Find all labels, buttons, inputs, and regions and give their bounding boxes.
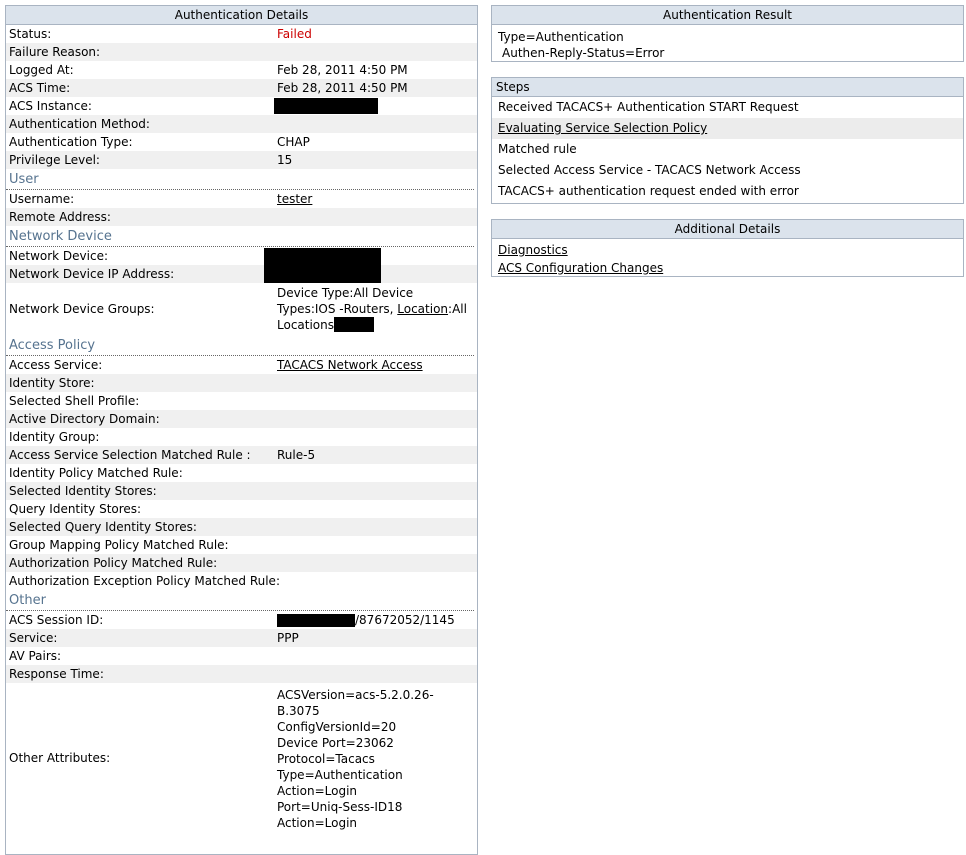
authentication-result-panel: Authentication Result Type=Authenticatio… bbox=[491, 5, 964, 62]
status-row: Status: Failed bbox=[6, 25, 477, 43]
access-service-label: Access Service: bbox=[9, 358, 103, 372]
identity-group-row: Identity Group: bbox=[6, 428, 477, 446]
auth-type-label: Authentication Type: bbox=[9, 135, 133, 149]
auth-method-row: Authentication Method: bbox=[6, 115, 477, 133]
acs-session-id-label: ACS Session ID: bbox=[9, 613, 104, 627]
steps-panel: Steps Received TACACS+ Authentication ST… bbox=[491, 77, 964, 204]
additional-details-title: Additional Details bbox=[492, 220, 963, 239]
response-time-row: Response Time: bbox=[6, 665, 477, 683]
result-type: Type=Authentication bbox=[498, 30, 624, 44]
selected-query-identity-stores-row: Selected Query Identity Stores: bbox=[6, 518, 477, 536]
failure-reason-label: Failure Reason: bbox=[9, 45, 101, 59]
username-row: Username: tester bbox=[6, 190, 477, 208]
other-rows: ACS Session ID: /87672052/1145 Service: … bbox=[6, 611, 477, 833]
network-device-ip-label: Network Device IP Address: bbox=[9, 267, 175, 281]
other-attributes-label: Other Attributes: bbox=[9, 751, 111, 765]
step-item: Matched rule bbox=[498, 142, 577, 156]
location-link[interactable]: Location bbox=[397, 302, 448, 316]
authentication-result-body: Type=Authentication Authen-Reply-Status=… bbox=[492, 25, 963, 65]
network-device-groups-value: Device Type:All Device Types:IOS -Router… bbox=[277, 286, 467, 332]
redaction-block bbox=[274, 98, 378, 114]
network-device-ip-row: Network Device IP Address: bbox=[6, 265, 477, 283]
logged-at-label: Logged At: bbox=[9, 63, 74, 77]
user-section-heading: User bbox=[6, 169, 474, 190]
av-pairs-row: AV Pairs: bbox=[6, 647, 477, 665]
auth-method-label: Authentication Method: bbox=[9, 117, 150, 131]
authentication-details-title: Authentication Details bbox=[6, 6, 477, 25]
identity-policy-rule-row: Identity Policy Matched Rule: bbox=[6, 464, 477, 482]
service-selection-rule-row: Access Service Selection Matched Rule : … bbox=[6, 446, 477, 464]
acs-instance-label: ACS Instance: bbox=[9, 99, 92, 113]
service-row: Service: PPP bbox=[6, 629, 477, 647]
remote-address-label: Remote Address: bbox=[9, 210, 111, 224]
access-service-row: Access Service: TACACS Network Access bbox=[6, 356, 477, 374]
diagnostics-link[interactable]: Diagnostics bbox=[498, 243, 568, 257]
active-directory-domain-row: Active Directory Domain: bbox=[6, 410, 477, 428]
additional-details-body: Diagnostics ACS Configuration Changes bbox=[492, 239, 963, 279]
network-device-groups-row: Network Device Groups: Device Type:All D… bbox=[6, 283, 477, 335]
remote-address-row: Remote Address: bbox=[6, 208, 477, 226]
step-item: TACACS+ authentication request ended wit… bbox=[498, 184, 799, 198]
acs-session-id-row: ACS Session ID: /87672052/1145 bbox=[6, 611, 477, 629]
logged-at-value: Feb 28, 2011 4:50 PM bbox=[277, 63, 408, 77]
access-service-link[interactable]: TACACS Network Access bbox=[277, 358, 477, 372]
username-link[interactable]: tester bbox=[277, 192, 477, 206]
privilege-level-value: 15 bbox=[277, 153, 293, 167]
privilege-level-row: Privilege Level: 15 bbox=[6, 151, 477, 169]
network-device-groups-label: Network Device Groups: bbox=[9, 302, 155, 316]
network-device-section-heading: Network Device bbox=[6, 226, 474, 247]
authentication-result-title: Authentication Result bbox=[492, 6, 963, 25]
other-attributes-value: ACSVersion=acs-5.2.0.26- B.3075 ConfigVe… bbox=[277, 688, 434, 830]
authorization-policy-rule-row: Authorization Policy Matched Rule: bbox=[6, 554, 477, 572]
steps-title: Steps bbox=[492, 78, 963, 97]
acs-instance-row: ACS Instance: bbox=[6, 97, 477, 115]
query-identity-stores-row: Query Identity Stores: bbox=[6, 500, 477, 518]
network-device-label: Network Device: bbox=[9, 249, 108, 263]
additional-details-panel: Additional Details Diagnostics ACS Confi… bbox=[491, 219, 964, 277]
auth-type-row: Authentication Type: CHAP bbox=[6, 133, 477, 151]
redaction-block bbox=[334, 317, 375, 332]
acs-session-id-value: /87672052/1145 bbox=[277, 613, 477, 627]
step-item-link[interactable]: Evaluating Service Selection Policy bbox=[492, 118, 963, 139]
network-device-rows: Network Device: Network Device IP Addres… bbox=[6, 247, 477, 335]
group-mapping-rule-row: Group Mapping Policy Matched Rule: bbox=[6, 536, 477, 554]
status-value: Failed bbox=[277, 27, 312, 41]
username-label: Username: bbox=[9, 192, 75, 206]
status-label: Status: bbox=[9, 27, 52, 41]
access-policy-rows: Access Service: TACACS Network Access Id… bbox=[6, 356, 477, 590]
auth-type-value: CHAP bbox=[277, 135, 310, 149]
selected-identity-stores-row: Selected Identity Stores: bbox=[6, 482, 477, 500]
acs-config-changes-link[interactable]: ACS Configuration Changes bbox=[498, 261, 663, 275]
network-device-row: Network Device: bbox=[6, 247, 477, 265]
result-reply-status: Authen-Reply-Status=Error bbox=[502, 46, 665, 60]
other-attributes-row: Other Attributes: ACSVersion=acs-5.2.0.2… bbox=[6, 683, 477, 833]
other-section-heading: Other bbox=[6, 590, 474, 611]
access-policy-section-heading: Access Policy bbox=[6, 335, 474, 356]
authentication-details-panel: Authentication Details Status: Failed Fa… bbox=[5, 5, 478, 855]
acs-time-row: ACS Time: Feb 28, 2011 4:50 PM bbox=[6, 79, 477, 97]
failure-reason-row: Failure Reason: bbox=[6, 43, 477, 61]
network-device-redaction bbox=[264, 248, 381, 286]
step-item: Selected Access Service - TACACS Network… bbox=[498, 163, 801, 177]
selected-shell-profile-row: Selected Shell Profile: bbox=[6, 392, 477, 410]
identity-store-row: Identity Store: bbox=[6, 374, 477, 392]
general-rows: Status: Failed Failure Reason: Logged At… bbox=[6, 25, 477, 169]
acs-instance-value bbox=[274, 98, 477, 114]
authorization-exception-rule-row: Authorization Exception Policy Matched R… bbox=[6, 572, 477, 590]
acs-time-value: Feb 28, 2011 4:50 PM bbox=[277, 81, 408, 95]
redaction-block bbox=[277, 614, 355, 627]
logged-at-row: Logged At: Feb 28, 2011 4:50 PM bbox=[6, 61, 477, 79]
user-rows: Username: tester Remote Address: bbox=[6, 190, 477, 226]
acs-time-label: ACS Time: bbox=[9, 81, 71, 95]
privilege-level-label: Privilege Level: bbox=[9, 153, 100, 167]
step-item: Received TACACS+ Authentication START Re… bbox=[498, 100, 799, 114]
